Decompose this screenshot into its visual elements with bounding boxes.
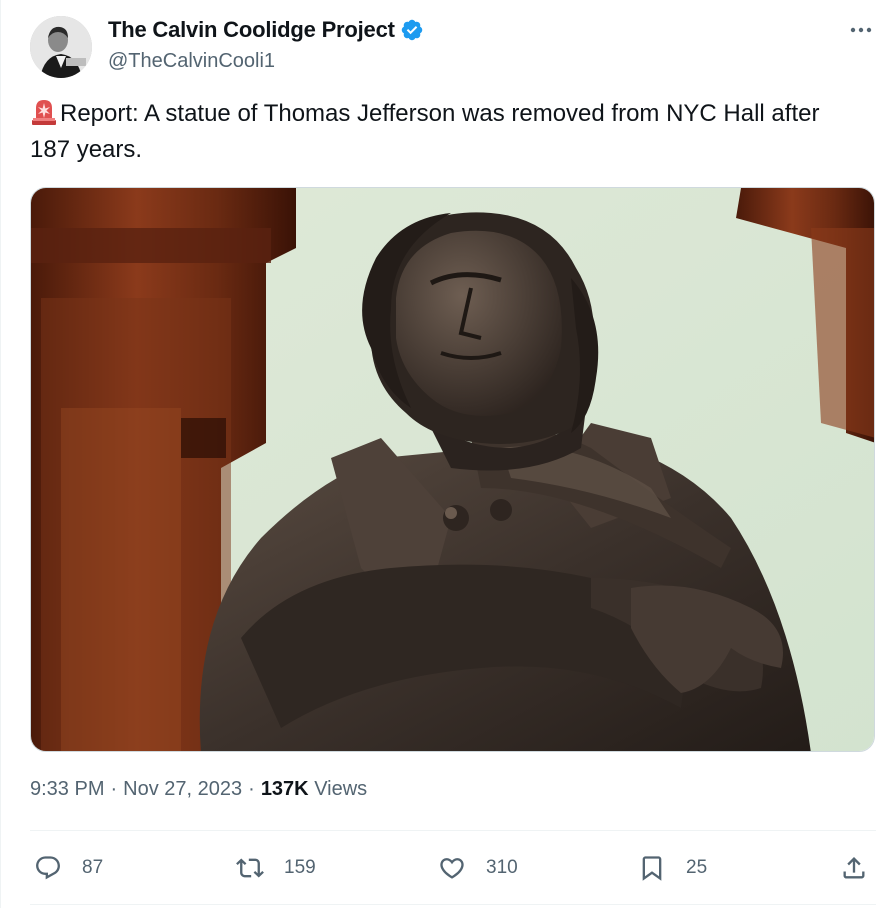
repost-count: 159 — [284, 857, 316, 878]
tweet-meta: 9:33 PM · Nov 27, 2023 · 137K Views — [30, 778, 367, 801]
heart-icon — [440, 858, 464, 879]
meta-separator: · — [248, 778, 255, 800]
tweet-header: The Calvin Coolidge Project @TheCalvinCo… — [30, 12, 876, 82]
reply-icon — [36, 856, 60, 880]
tweet-media-image[interactable] — [30, 187, 875, 752]
repost-icon — [236, 858, 264, 878]
handle[interactable]: @TheCalvinCooli1 — [108, 50, 275, 73]
share-icon — [843, 857, 865, 879]
tweet-time[interactable]: 9:33 PM — [30, 778, 104, 801]
tweet-date[interactable]: Nov 27, 2023 — [123, 778, 242, 801]
left-border — [0, 0, 1, 908]
police-siren-icon — [32, 100, 56, 125]
bottom-border — [30, 904, 876, 905]
share-button[interactable] — [840, 846, 868, 890]
like-count: 310 — [486, 857, 518, 878]
bronze-statue-photo — [31, 188, 874, 751]
verified-badge-icon[interactable] — [400, 18, 424, 42]
like-button[interactable]: 310 — [438, 846, 518, 890]
tweet-text: Report: A statue of Thomas Jefferson was… — [30, 96, 850, 168]
bookmark-count: 25 — [686, 857, 708, 878]
avatar-photo — [30, 16, 92, 78]
bookmark-button[interactable]: 25 — [638, 846, 707, 890]
reply-count: 87 — [82, 857, 104, 878]
action-bar: 87 159 310 25 — [30, 846, 876, 890]
name-row: The Calvin Coolidge Project — [108, 17, 424, 43]
views-count: 137K — [260, 778, 309, 800]
repost-button[interactable]: 159 — [236, 846, 316, 890]
divider — [30, 830, 876, 831]
views-label: Views — [314, 778, 368, 800]
avatar[interactable] — [30, 16, 92, 78]
bookmark-icon — [642, 856, 662, 881]
meta-separator: · — [110, 778, 118, 800]
tweet-body: Report: A statue of Thomas Jefferson was… — [30, 100, 820, 163]
display-name[interactable]: The Calvin Coolidge Project — [108, 17, 395, 43]
reply-button[interactable]: 87 — [34, 846, 103, 890]
more-options-icon[interactable] — [846, 18, 876, 42]
